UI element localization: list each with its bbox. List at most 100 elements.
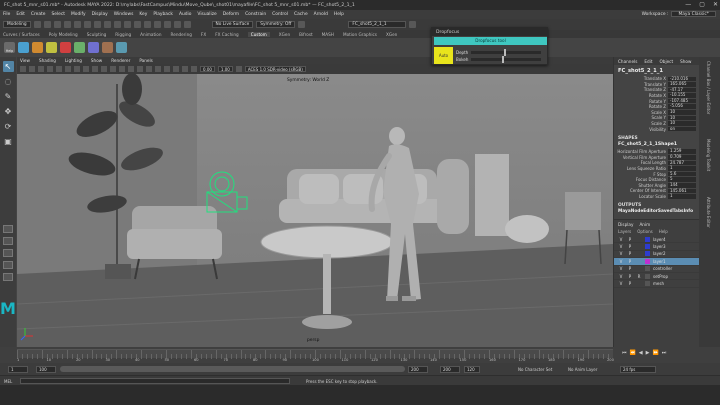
menu-control[interactable]: Control <box>272 12 288 17</box>
layer-menu-layers[interactable]: Layers <box>618 229 631 234</box>
play-forward-icon[interactable]: ▶ <box>646 350 650 356</box>
open-scene-icon[interactable] <box>33 21 41 28</box>
xray-icon[interactable] <box>182 66 188 72</box>
input-box-icon[interactable] <box>409 21 417 28</box>
motion-blur-icon[interactable] <box>155 66 161 72</box>
colorspace-select[interactable]: ACES 1.0 SDR-video (sRGB) <box>244 66 306 72</box>
snap-grid-icon[interactable] <box>103 21 111 28</box>
layer-v-toggle[interactable]: V <box>618 251 624 256</box>
panel-menu-lighting[interactable]: Lighting <box>65 58 82 63</box>
film-gate-icon[interactable] <box>65 66 71 72</box>
menu-constrain[interactable]: Constrain <box>245 12 266 17</box>
layer-v-toggle[interactable]: V <box>618 266 624 271</box>
menu-windows[interactable]: Windows <box>114 12 134 17</box>
rotate-tool-icon[interactable]: ⟳ <box>3 121 14 132</box>
step-forward-icon[interactable]: ⏩ <box>652 350 658 356</box>
layer-color-swatch[interactable] <box>645 236 650 242</box>
menu-key[interactable]: Key <box>139 12 147 17</box>
panel-menu-show[interactable]: Show <box>91 58 102 63</box>
shelf-tab-rendering[interactable]: Rendering <box>171 32 192 37</box>
shelf-help-icon[interactable]: Help <box>4 41 15 53</box>
dropfocus-tool-button[interactable]: Dropfocus tool <box>434 37 547 45</box>
layer-p-toggle[interactable]: P <box>627 259 633 264</box>
shelf-tool-icon[interactable] <box>102 41 113 53</box>
panel-menu-renderer[interactable]: Renderer <box>111 58 130 63</box>
shelf-tab-xgen[interactable]: XGen <box>279 32 290 37</box>
sidebar-toggle-icon[interactable] <box>298 21 306 28</box>
side-tab-attribute-editor[interactable]: Attribute Editor <box>706 197 711 228</box>
shelf-tool-icon[interactable] <box>18 41 29 53</box>
scale-tool-icon[interactable]: ▣ <box>3 136 14 147</box>
shelf-tab-curves[interactable]: Curves / Surfaces <box>3 32 40 37</box>
select-component-icon[interactable] <box>93 21 101 28</box>
menu-audio[interactable]: Audio <box>179 12 191 17</box>
gate-mask-icon[interactable] <box>83 66 89 72</box>
anim-layer-select[interactable]: No Anim Layer <box>568 367 597 372</box>
shelf-tab-rigging[interactable]: Rigging <box>115 32 131 37</box>
script-language[interactable]: MEL <box>4 379 12 384</box>
layer-p-toggle[interactable]: P <box>627 237 633 242</box>
color-management-icon[interactable] <box>235 66 242 72</box>
layer-color-swatch[interactable] <box>645 244 650 250</box>
wireframe-icon[interactable] <box>101 66 107 72</box>
side-by-side-layout-icon[interactable] <box>3 249 13 257</box>
shelf-tab-fx[interactable]: FX <box>201 32 206 37</box>
shelf-tab-sculpting[interactable]: Sculpting <box>87 32 107 37</box>
layer-p-toggle[interactable]: P <box>627 266 633 271</box>
shelf-tab-xgen-2[interactable]: XGen <box>386 32 397 37</box>
grid-icon[interactable] <box>56 66 62 72</box>
isolate-select-icon[interactable] <box>173 66 179 72</box>
resolution-gate-icon[interactable] <box>74 66 80 72</box>
camera-select-icon[interactable] <box>20 66 26 72</box>
play-back-icon[interactable]: ◀ <box>639 350 643 356</box>
layer-row[interactable]: V Pcontroller <box>614 266 700 273</box>
focus-color-swatch[interactable]: Auto <box>434 47 453 64</box>
layer-v-toggle[interactable]: V <box>618 281 624 286</box>
attribute-value-field[interactable]: 0.709 <box>668 154 696 160</box>
step-back-icon[interactable]: ⏪ <box>630 350 636 356</box>
layer-row[interactable]: V Player2 <box>614 251 700 259</box>
camera-attributes-icon[interactable] <box>29 66 35 72</box>
snap-curve-icon[interactable] <box>113 21 121 28</box>
select-tool-icon[interactable]: ↖ <box>2 61 14 72</box>
attribute-value-field[interactable]: 10 <box>668 109 696 115</box>
menu-playback[interactable]: Playback <box>153 12 173 17</box>
hypershade-icon[interactable] <box>183 21 191 28</box>
output-node-name[interactable]: MayaNodeEditorSavedTabsInfo <box>618 209 695 214</box>
menu-create[interactable]: Create <box>31 12 46 17</box>
layer-p-toggle[interactable]: P <box>627 251 633 256</box>
go-to-end-icon[interactable]: ⏭ <box>662 350 667 356</box>
time-slider-track[interactable] <box>17 349 613 359</box>
playback-start-field[interactable]: 100 <box>36 365 56 373</box>
tab-show[interactable]: Show <box>680 59 691 64</box>
minimize-button[interactable]: — <box>685 1 691 8</box>
single-pane-layout-icon[interactable] <box>3 225 13 233</box>
select-hierarchy-icon[interactable] <box>73 21 81 28</box>
anti-aliasing-icon[interactable] <box>164 66 170 72</box>
workspace-select[interactable]: Maya Classic* <box>671 11 716 17</box>
image-plane-icon[interactable] <box>47 66 53 72</box>
layer-p-toggle[interactable]: P <box>627 281 633 286</box>
menu-visualize[interactable]: Visualize <box>197 12 216 17</box>
time-slider[interactable]: 1 10 20 30 40 50 60 70 80 90 100 110 120 130 140 150 160… <box>0 347 720 363</box>
history-icon[interactable] <box>143 21 151 28</box>
depth-slider-handle[interactable] <box>503 48 507 56</box>
xray-joints-icon[interactable] <box>191 66 197 72</box>
paint-select-icon[interactable]: ✎ <box>3 91 14 102</box>
layer-row[interactable]: V Player3 <box>614 243 700 251</box>
layer-color-swatch[interactable] <box>645 273 650 279</box>
snap-view-icon[interactable] <box>133 21 141 28</box>
shelf-tab-poly[interactable]: Poly Modeling <box>49 32 78 37</box>
safe-action-icon[interactable] <box>92 66 98 72</box>
shelf-tab-motion-graphics[interactable]: Motion Graphics <box>343 32 377 37</box>
shelf-tab-animation[interactable]: Animation <box>140 32 161 37</box>
menu-arnold[interactable]: Arnold <box>314 12 328 17</box>
shelf-tab-custom[interactable]: Custom <box>247 31 270 37</box>
lasso-tool-icon[interactable]: ◌ <box>3 76 14 87</box>
snap-point-icon[interactable] <box>123 21 131 28</box>
menu-file[interactable]: File <box>3 12 10 17</box>
layer-row[interactable]: V Player1 <box>614 258 700 266</box>
smooth-shade-icon[interactable] <box>110 66 116 72</box>
render-settings-icon[interactable] <box>173 21 181 28</box>
layer-v-toggle[interactable]: V <box>618 244 624 249</box>
